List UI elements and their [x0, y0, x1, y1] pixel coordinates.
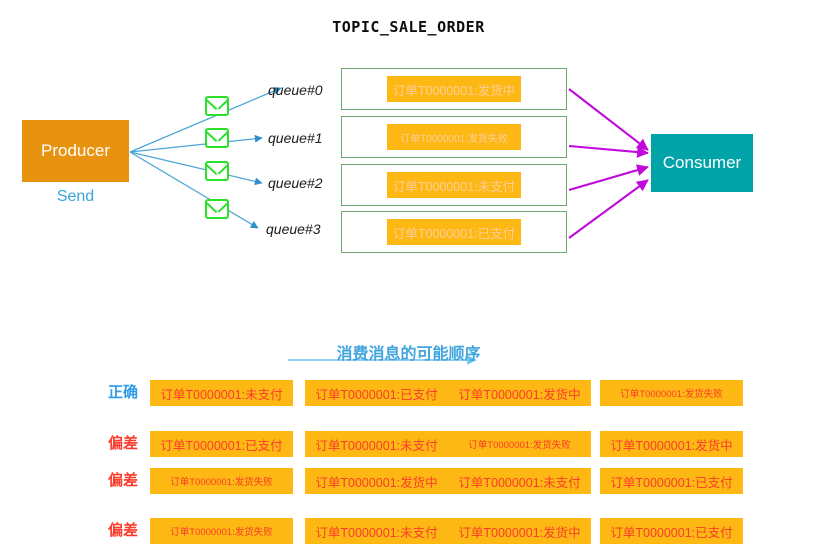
queue-row-3[interactable]: 订单T0000001:已支付	[341, 211, 567, 253]
sequence-row-label: 偏差	[108, 472, 139, 489]
envelope-icon	[205, 96, 229, 116]
sequence-cell: 订单T0000001:发货失败	[150, 468, 293, 494]
consumer-box[interactable]: Consumer	[651, 134, 753, 192]
sequence-row-label: 偏差	[108, 435, 139, 452]
sequence-row: 偏差 订单T0000001:发货失败 订单T0000001:发货中 订单T000…	[0, 468, 817, 494]
sequence-cell: 订单T0000001:已支付	[305, 380, 448, 406]
page-title: TOPIC_SALE_ORDER	[332, 18, 485, 36]
sequence-cell: 订单T0000001:已支付	[600, 518, 743, 544]
queue-row-2[interactable]: 订单T0000001:未支付	[341, 164, 567, 206]
envelope-icon	[205, 199, 229, 219]
sequence-cell: 订单T0000001:未支付	[305, 518, 448, 544]
queue-label-1: queue#1	[268, 130, 323, 146]
sequence-cell: 订单T0000001:发货失败	[150, 518, 293, 544]
sequence-cell: 订单T0000001:未支付	[448, 468, 591, 494]
sequence-cell: 订单T0000001:已支付	[600, 468, 743, 494]
sequence-cell: 订单T0000001:已支付	[150, 431, 293, 457]
producer-box[interactable]: Producer	[22, 120, 129, 182]
queue-message-0: 订单T0000001:发货中	[387, 76, 521, 102]
sequence-cell: 订单T0000001:发货失败	[600, 380, 743, 406]
sequence-cell: 订单T0000001:未支付	[305, 431, 448, 457]
queue-label-3: queue#3	[266, 221, 321, 237]
consumer-label: Consumer	[662, 153, 742, 172]
order-section-heading: 消费消息的可能顺序	[336, 346, 481, 363]
sequence-cell: 订单T0000001:发货中	[600, 431, 743, 457]
queue-message-1: 订单T0000001:发货失败	[387, 124, 521, 150]
envelope-icon	[205, 161, 229, 181]
envelope-icon	[205, 128, 229, 148]
sequence-row-label: 偏差	[108, 522, 139, 539]
queue-row-1[interactable]: 订单T0000001:发货失败	[341, 116, 567, 158]
queue-message-3: 订单T0000001:已支付	[387, 219, 521, 245]
queue-message-2: 订单T0000001:未支付	[387, 172, 521, 198]
sequence-row: 偏差 订单T0000001:发货失败 订单T0000001:未支付 订单T000…	[0, 518, 817, 544]
sequence-cell: 订单T0000001:发货中	[448, 518, 591, 544]
sequence-cell: 订单T0000001:发货中	[448, 380, 591, 406]
queue-label-0: queue#0	[268, 82, 323, 98]
sequence-cell: 订单T0000001:发货失败	[448, 431, 591, 457]
queue-row-0[interactable]: 订单T0000001:发货中	[341, 68, 567, 110]
consumer-fanin-arrows	[568, 88, 649, 239]
sequence-cell: 订单T0000001:发货中	[305, 468, 448, 494]
sequence-row-label: 正确	[108, 384, 139, 401]
send-label: Send	[56, 188, 95, 205]
producer-label: Producer	[41, 141, 110, 160]
sequence-row: 正确 订单T0000001:未支付 订单T0000001:已支付 订单T0000…	[0, 380, 817, 406]
sequence-row: 偏差 订单T0000001:已支付 订单T0000001:未支付 订单T0000…	[0, 431, 817, 457]
sequence-cell: 订单T0000001:未支付	[150, 380, 293, 406]
queue-label-2: queue#2	[268, 175, 323, 191]
